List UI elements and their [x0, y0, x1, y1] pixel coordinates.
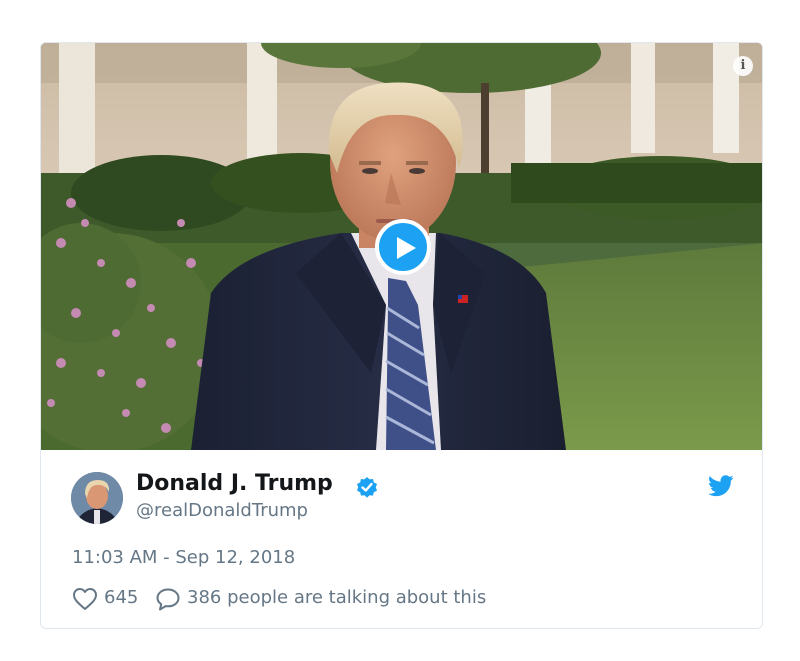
video-thumbnail[interactable]: i	[41, 43, 762, 450]
embedded-tweet-card: i Donald J. Trump @realDonaldTrump 11:03…	[40, 42, 763, 629]
conversation-link[interactable]: 386 people are talking about this	[187, 587, 486, 608]
author-avatar[interactable]	[71, 472, 123, 524]
twitter-bird-icon[interactable]	[708, 475, 734, 497]
avatar-image	[71, 472, 123, 524]
tweet-timestamp[interactable]: 11:03 AM - Sep 12, 2018	[72, 547, 295, 568]
play-icon	[397, 237, 416, 259]
author-name[interactable]: Donald J. Trump	[136, 471, 333, 496]
verified-badge-icon	[357, 477, 377, 498]
heart-icon[interactable]	[72, 587, 98, 611]
info-icon: i	[740, 58, 746, 73]
like-count[interactable]: 645	[104, 587, 138, 608]
play-video-button[interactable]	[375, 219, 431, 275]
author-handle[interactable]: @realDonaldTrump	[136, 500, 308, 521]
info-button[interactable]: i	[733, 56, 753, 76]
speech-bubble-icon[interactable]	[155, 587, 181, 611]
